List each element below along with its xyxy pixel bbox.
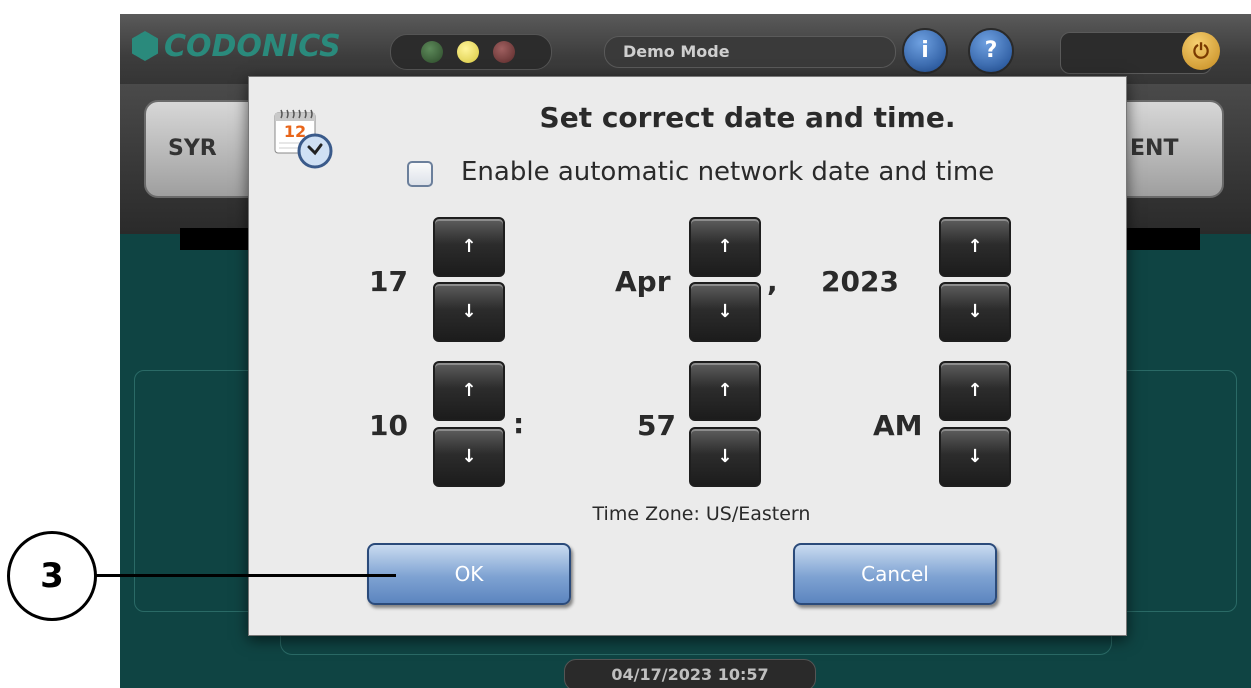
minute-up-button[interactable]: ↑ [689,361,761,421]
month-up-button[interactable]: ↑ [689,217,761,277]
top-bar: CODONICS Demo Mode i ? ⏻ [120,14,1251,84]
logo-hex-icon [132,31,158,61]
hour-value: 10 [369,409,408,442]
time-separator: : [513,407,525,440]
logo-text: CODONICS [164,28,341,64]
codonics-logo: CODONICS [132,24,341,68]
ok-button[interactable]: OK [367,543,571,605]
hour-up-button[interactable]: ↑ [433,361,505,421]
auto-date-checkbox[interactable] [407,161,433,187]
ampm-up-button[interactable]: ↑ [939,361,1011,421]
month-down-button[interactable]: ↓ [689,282,761,342]
status-datetime: 04/17/2023 10:57 [564,659,816,688]
timezone-label: Time Zone: US/Eastern [592,503,811,525]
divider [1120,228,1200,250]
dialog-title: Set correct date and time. [539,101,956,134]
green-led-icon [421,41,443,63]
date-separator: , [767,265,778,298]
mode-indicator: Demo Mode [604,36,896,68]
yellow-led-icon [457,41,479,63]
right-panel [1110,370,1237,612]
day-down-button[interactable]: ↓ [433,282,505,342]
ampm-value: AM [873,409,923,442]
year-down-button[interactable]: ↓ [939,282,1011,342]
callout-line [96,574,396,577]
minute-down-button[interactable]: ↓ [689,427,761,487]
help-button[interactable]: ? [968,28,1014,74]
year-up-button[interactable]: ↑ [939,217,1011,277]
status-leds [390,34,552,70]
day-up-button[interactable]: ↑ [433,217,505,277]
year-value: 2023 [821,265,899,298]
ampm-down-button[interactable]: ↓ [939,427,1011,487]
hour-down-button[interactable]: ↓ [433,427,505,487]
month-value: Apr [615,265,671,298]
auto-date-label: Enable automatic network date and time [461,157,995,187]
day-value: 17 [369,265,408,298]
power-button[interactable]: ⏻ [1182,32,1220,70]
minute-value: 57 [637,409,676,442]
info-button[interactable]: i [902,28,948,74]
red-led-icon [493,41,515,63]
date-time-dialog: 12 Set correct date and time. Enable aut… [248,76,1127,636]
cancel-button[interactable]: Cancel [793,543,997,605]
callout-number: 3 [7,531,97,621]
